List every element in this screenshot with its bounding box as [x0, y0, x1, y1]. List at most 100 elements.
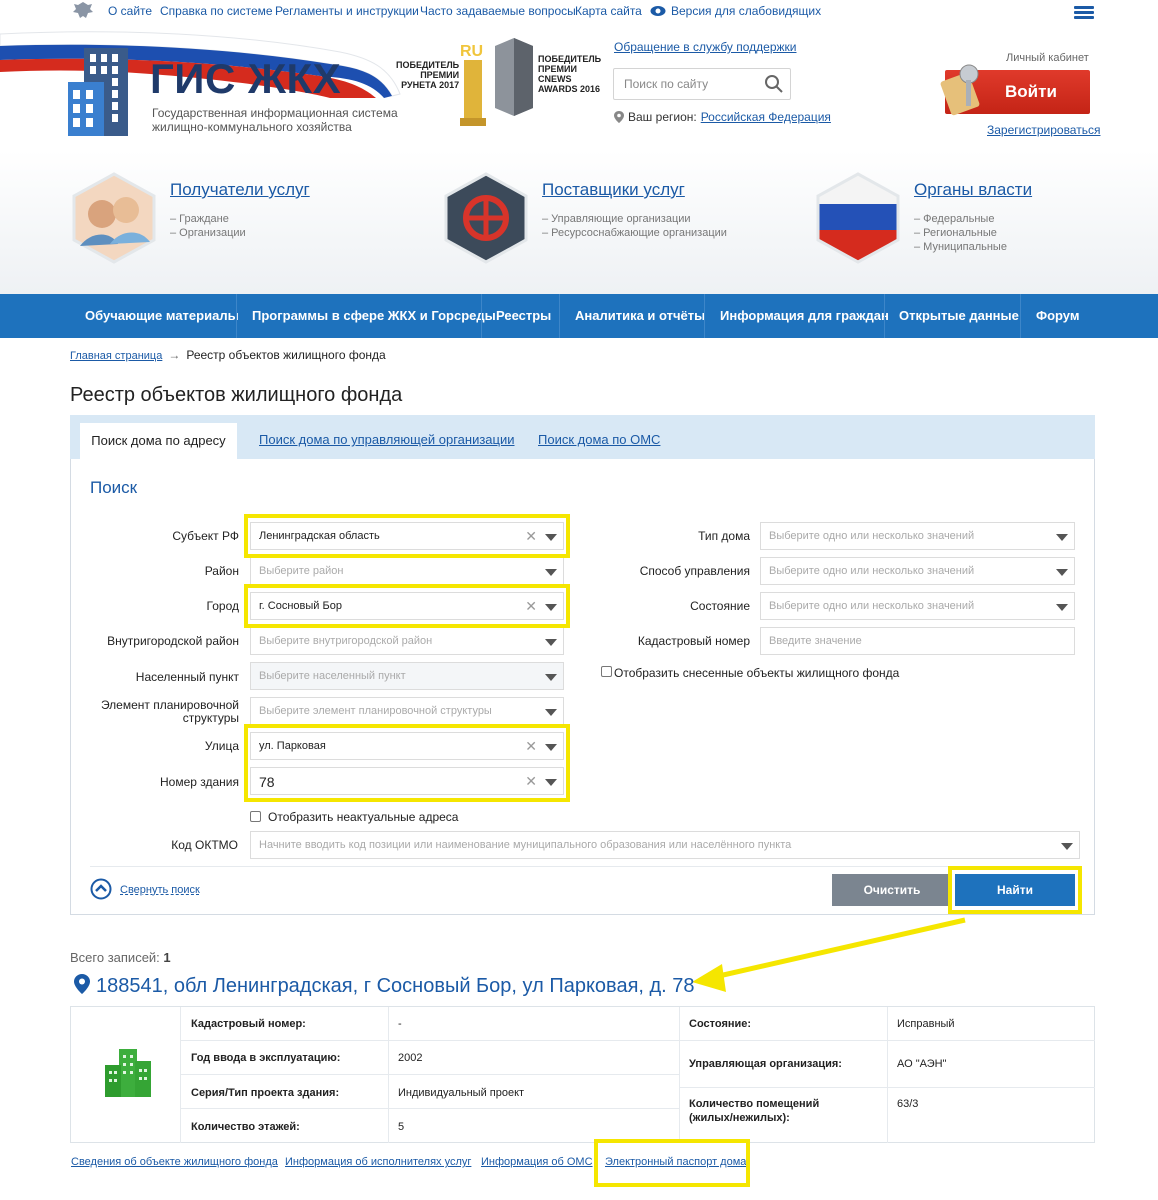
menu-item-training[interactable]: Обучающие материалы	[85, 294, 239, 338]
role-authorities[interactable]: Органы власти – Федеральные – Региональны…	[814, 172, 1144, 282]
district-placeholder: Выберите район	[259, 565, 344, 577]
oktmo-placeholder: Начните вводить код позиции или наименов…	[259, 839, 792, 851]
district-select[interactable]: Выберите район	[250, 557, 564, 585]
nav-link-help[interactable]: Справка по системе	[160, 4, 273, 18]
chevron-down-icon[interactable]	[545, 744, 557, 751]
building-number-select[interactable]: 78 ✕	[250, 767, 564, 795]
city-select[interactable]: г. Сосновый Бор ✕	[250, 592, 564, 620]
field-label: Внутригородской район	[107, 634, 239, 648]
chevron-down-icon[interactable]	[545, 534, 557, 541]
inactual-checkbox[interactable]	[250, 811, 261, 822]
building-number-value: 78	[259, 774, 275, 790]
login-button[interactable]: Войти	[940, 64, 1090, 116]
settlement-select[interactable]: Выберите населенный пункт	[250, 662, 564, 690]
valve-photo-icon	[444, 172, 528, 264]
cadastral-input[interactable]: Введите значение	[760, 627, 1075, 655]
keys-icon	[940, 64, 980, 116]
field-key: Состояние:	[689, 1018, 752, 1030]
breadcrumb-home[interactable]: Главная страница	[70, 350, 162, 362]
role-item: – Управляющие организации	[542, 213, 691, 225]
cnews-award-icon	[495, 38, 533, 116]
subject-value: Ленинградская область	[259, 530, 380, 542]
field-label: Субъект РФ	[172, 529, 239, 543]
chevron-down-icon[interactable]	[545, 674, 557, 681]
link-electronic-passport[interactable]: Электронный паспорт дома	[605, 1156, 746, 1168]
chevron-down-icon[interactable]	[1056, 604, 1068, 611]
intracity-district-select[interactable]: Выберите внутригородской район	[250, 627, 564, 655]
field-key: Кадастровый номер:	[191, 1018, 306, 1030]
chevron-down-icon[interactable]	[545, 569, 557, 576]
demolished-checkbox[interactable]	[601, 666, 612, 677]
planning-element-select[interactable]: Выберите элемент планировочной структуры	[250, 697, 564, 725]
chevron-down-icon[interactable]	[1056, 569, 1068, 576]
chevron-down-icon[interactable]	[1056, 534, 1068, 541]
menu-item-programs[interactable]: Программы в сфере ЖКХ и Горсреды	[252, 294, 496, 338]
demolished-label: Отобразить снесенные объекты жилищного ф…	[614, 666, 900, 680]
role-service-providers[interactable]: Поставщики услуг – Управляющие организац…	[442, 172, 772, 282]
location-pin-icon	[74, 974, 90, 994]
clear-icon[interactable]: ✕	[525, 528, 537, 544]
field-label: Состояние	[690, 599, 750, 613]
chevron-down-icon[interactable]	[545, 709, 557, 716]
nav-link-faq[interactable]: Часто задаваемые вопросы	[420, 4, 576, 18]
clear-icon[interactable]: ✕	[525, 598, 537, 614]
link-object-info[interactable]: Сведения об объекте жилищного фонда	[71, 1156, 278, 1168]
annotation-arrow	[692, 917, 966, 992]
link-service-providers[interactable]: Информация об исполнителях услуг	[285, 1156, 471, 1168]
management-method-select[interactable]: Выберите одно или несколько значений	[760, 557, 1075, 585]
menu-item-open-data[interactable]: Открытые данные	[899, 294, 1019, 338]
tab-search-by-org[interactable]: Поиск дома по управляющей организации	[259, 432, 515, 447]
region-selector: Ваш регион: Российская Федерация	[614, 110, 831, 124]
menu-item-forum[interactable]: Форум	[1036, 294, 1079, 338]
clear-icon[interactable]: ✕	[525, 738, 537, 754]
menu-burger-icon[interactable]	[1074, 6, 1094, 20]
chevron-down-icon[interactable]	[545, 779, 557, 786]
role-title[interactable]: Получатели услуг	[170, 180, 310, 200]
region-label: Ваш регион:	[628, 110, 697, 124]
clear-button[interactable]: Очистить	[832, 874, 952, 906]
menu-item-registries[interactable]: Реестры	[496, 294, 551, 338]
region-link[interactable]: Российская Федерация	[701, 110, 831, 124]
street-select[interactable]: ул. Парковая ✕	[250, 732, 564, 760]
chevron-down-icon[interactable]	[1061, 843, 1073, 850]
nav-link-sitemap[interactable]: Карта сайта	[575, 4, 642, 18]
award-runet: ПОБЕДИТЕЛЬ ПРЕМИИ РУНЕТА 2017	[396, 60, 460, 90]
oktmo-select[interactable]: Начните вводить код позиции или наименов…	[250, 831, 1080, 859]
top-nav: О сайте Справка по системе Регламенты и …	[0, 0, 1158, 22]
register-link[interactable]: Зарегистрироваться	[987, 123, 1100, 137]
result-address[interactable]: 188541, обл Ленинградская, г Сосновый Бо…	[74, 974, 695, 998]
link-oms-info[interactable]: Информация об ОМС	[481, 1156, 593, 1168]
role-service-recipients[interactable]: Получатели услуг – Граждане – Организации	[70, 172, 400, 282]
house-type-select[interactable]: Выберите одно или несколько значений	[760, 522, 1075, 550]
clear-icon[interactable]: ✕	[525, 773, 537, 789]
subject-select[interactable]: Ленинградская область ✕	[250, 522, 564, 550]
breadcrumb-current: Реестр объектов жилищного фонда	[186, 348, 386, 362]
site-search[interactable]: Поиск по сайту	[613, 68, 791, 100]
menu-item-analytics[interactable]: Аналитика и отчёты	[575, 294, 705, 338]
award-cnews: ПОБЕДИТЕЛЬ ПРЕМИИ CNEWS AWARDS 2016	[538, 54, 602, 94]
address-text: 188541, обл Ленинградская, г Сосновый Бо…	[96, 975, 695, 997]
chevron-down-icon[interactable]	[545, 639, 557, 646]
support-link[interactable]: Обращение в службу поддержки	[614, 40, 797, 54]
field-value: 2002	[398, 1052, 423, 1064]
tab-search-by-oms[interactable]: Поиск дома по ОМС	[538, 432, 660, 447]
nav-link-about[interactable]: О сайте	[108, 4, 152, 18]
nav-link-accessible[interactable]: Версия для слабовидящих	[671, 4, 821, 18]
street-value: ул. Парковая	[259, 740, 326, 752]
role-title[interactable]: Органы власти	[914, 180, 1032, 200]
search-icon[interactable]	[764, 74, 784, 94]
menu-item-citizens-info[interactable]: Информация для граждан	[720, 294, 889, 338]
cabinet-label: Личный кабинет	[1006, 52, 1089, 64]
logo-title[interactable]: ГИС ЖКХ	[150, 56, 341, 102]
state-select[interactable]: Выберите одно или несколько значений	[760, 592, 1075, 620]
role-blocks: Получатели услуг – Граждане – Организации…	[0, 150, 1158, 294]
divider	[90, 866, 1080, 867]
chevron-down-icon[interactable]	[545, 604, 557, 611]
find-button[interactable]: Найти	[955, 874, 1075, 906]
tab-search-by-address[interactable]: Поиск дома по адресу	[80, 423, 237, 459]
field-key: Год ввода в эксплуатацию:	[191, 1052, 341, 1064]
role-title[interactable]: Поставщики услуг	[542, 180, 685, 200]
inactual-label: Отобразить неактуальные адреса	[268, 810, 459, 824]
nav-link-regulations[interactable]: Регламенты и инструкции	[275, 4, 419, 18]
search-placeholder: Поиск по сайту	[624, 77, 709, 91]
